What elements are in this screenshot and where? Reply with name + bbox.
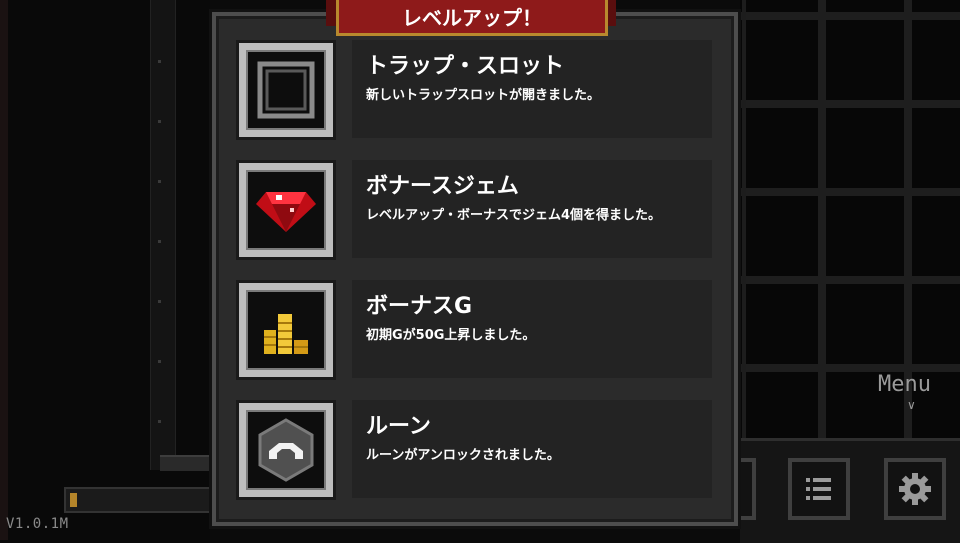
rivet [158, 420, 161, 423]
dialog-title: レベルアップ！ [336, 0, 608, 36]
chevron-down-icon[interactable]: ∨ [907, 398, 916, 412]
settings-button[interactable] [884, 458, 946, 520]
reward-text: ボーナスG 初期Gが50G上昇しました。 [352, 280, 712, 378]
background-edge [0, 0, 8, 540]
reward-description: 新しいトラップスロットが開きました。 [366, 88, 601, 103]
reward-description: レベルアップ・ボーナスでジェム4個を得ました。 [366, 208, 662, 223]
version-label: V1.0.1M [6, 516, 69, 532]
reward-icon-frame [236, 160, 336, 260]
reward-title: ボナースジェム [366, 174, 519, 199]
reward-icon-frame [236, 40, 336, 140]
reward-row: ボナースジェム レベルアップ・ボーナスでジェム4個を得ました。 [236, 160, 712, 264]
background-floor [160, 455, 220, 471]
rivet [158, 240, 161, 243]
list-icon [806, 478, 831, 500]
background-pillar [150, 0, 176, 470]
reward-row: ルーン ルーンがアンロックされました。 [236, 400, 712, 504]
reward-icon-frame [236, 280, 336, 380]
trap-slot-icon [257, 61, 315, 119]
reward-description: 初期Gが50G上昇しました。 [366, 328, 536, 343]
gold-coins-icon [264, 314, 308, 354]
rivet [158, 300, 161, 303]
list-button[interactable] [788, 458, 850, 520]
reward-title: トラップ・スロット [366, 54, 565, 79]
gear-icon [899, 473, 931, 505]
rivet [158, 120, 161, 123]
progress-bar [64, 487, 218, 513]
rune-icon [258, 418, 314, 482]
reward-text: ボナースジェム レベルアップ・ボーナスでジェム4個を得ました。 [352, 160, 712, 258]
menu-label[interactable]: Menu [878, 372, 931, 397]
reward-icon-frame [236, 400, 336, 500]
reward-description: ルーンがアンロックされました。 [366, 448, 560, 463]
rivet [158, 180, 161, 183]
rivet [158, 60, 161, 63]
ruby-gem-icon [256, 192, 316, 232]
rivet [158, 360, 161, 363]
reward-text: ルーン ルーンがアンロックされました。 [352, 400, 712, 498]
progress-fill [70, 493, 78, 507]
reward-row: ボーナスG 初期Gが50G上昇しました。 [236, 280, 712, 384]
reward-row: トラップ・スロット 新しいトラップスロットが開きました。 [236, 40, 712, 144]
reward-text: トラップ・スロット 新しいトラップスロットが開きました。 [352, 40, 712, 138]
reward-title: ルーン [366, 414, 431, 439]
reward-title: ボーナスG [366, 294, 473, 319]
